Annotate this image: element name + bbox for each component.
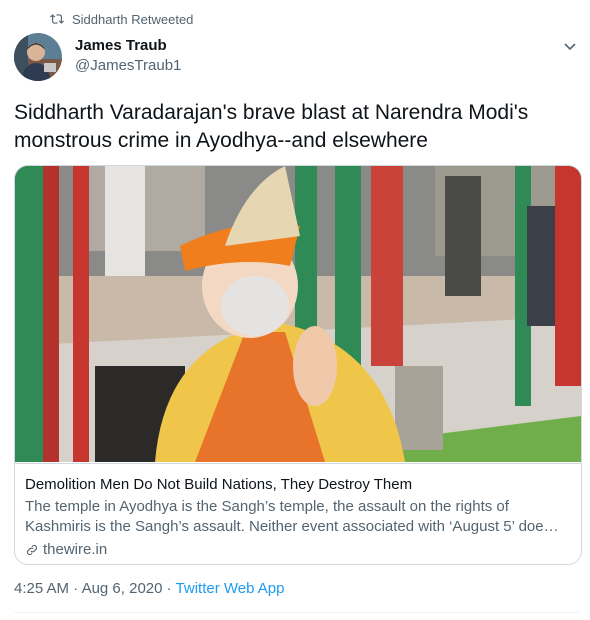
author-handle[interactable]: @JamesTraub1: [75, 57, 181, 74]
retweet-context[interactable]: Siddharth Retweeted: [50, 10, 193, 28]
card-image[interactable]: [15, 166, 581, 462]
separator: ·: [162, 580, 176, 597]
retweet-icon: [50, 14, 64, 24]
author-name[interactable]: James Traub: [75, 37, 167, 54]
retweet-label: Siddharth Retweeted: [72, 11, 194, 27]
card-title: Demolition Men Do Not Build Nations, The…: [25, 476, 413, 493]
chevron-down-icon: [564, 43, 576, 51]
card-domain: thewire.in: [25, 541, 107, 558]
divider: [14, 612, 580, 613]
avatar-image: [14, 33, 62, 81]
separator: ·: [69, 580, 82, 597]
link-icon: [26, 544, 38, 555]
card-description: The temple in Ayodhya is the Sangh’s tem…: [25, 498, 559, 535]
card-body[interactable]: Demolition Men Do Not Build Nations, The…: [15, 463, 581, 558]
source-app-link[interactable]: Twitter Web App: [176, 580, 285, 597]
more-options-button[interactable]: [560, 36, 580, 56]
link-card[interactable]: Demolition Men Do Not Build Nations, The…: [14, 165, 582, 565]
tweet-date[interactable]: Aug 6, 2020: [82, 580, 163, 597]
avatar[interactable]: [14, 33, 62, 81]
card-domain-text: thewire.in: [43, 541, 108, 558]
tweet-meta: 4:25 AM · Aug 6, 2020 · Twitter Web App: [14, 580, 284, 597]
tweet-time[interactable]: 4:25 AM: [14, 580, 69, 597]
tweet-text: Siddharth Varadarajan's brave blast at N…: [14, 101, 529, 152]
